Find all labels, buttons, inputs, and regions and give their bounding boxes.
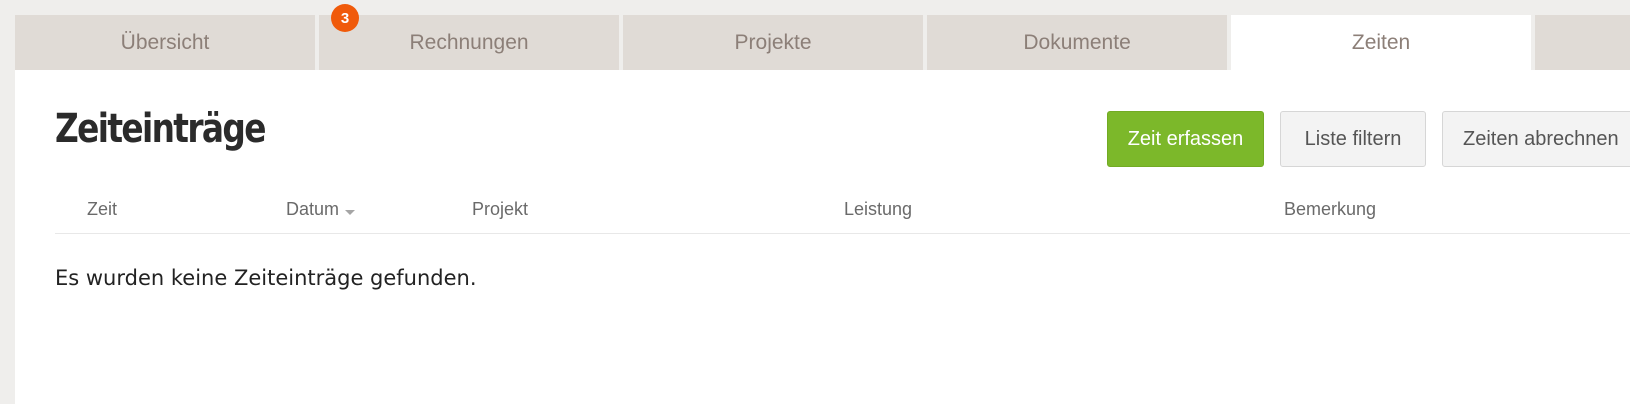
bill-times-button[interactable]: Zeiten abrechnen [1442, 111, 1630, 167]
tab-uebersicht[interactable]: Übersicht [15, 15, 316, 70]
notification-badge: 3 [331, 4, 360, 32]
tab-rechnungen[interactable]: 3 Rechnungen [319, 4, 620, 70]
column-header-projekt[interactable]: Projekt [472, 199, 528, 220]
sort-desc-icon [345, 209, 356, 215]
column-header-label: Datum [286, 199, 340, 219]
tab-label: Projekte [734, 30, 812, 54]
tab-label: Dokumente [1023, 30, 1131, 54]
column-header-bemerkung[interactable]: Bemerkung [1284, 199, 1376, 220]
table-header: Zeit Datum Projekt Leistung Bemerkung [55, 191, 1630, 234]
page-title: Zeiteinträge [55, 106, 266, 152]
tab-label: Übersicht [120, 30, 210, 54]
empty-state-message: Es wurden keine Zeiteinträge gefunden. [55, 266, 477, 290]
tab-dokumente[interactable]: Dokumente [927, 15, 1228, 70]
tab-zeiten[interactable]: Zeiten [1231, 15, 1532, 70]
tab-label: Rechnungen [409, 30, 529, 54]
tab-bar: Übersicht 3 Rechnungen Projekte Dokument… [15, 4, 1630, 70]
tab-more[interactable] [1535, 15, 1630, 70]
tab-projekte[interactable]: Projekte [623, 15, 924, 70]
content-panel: Zeiteinträge Zeit erfassen Liste filtern… [15, 70, 1630, 404]
filter-list-button[interactable]: Liste filtern [1280, 111, 1426, 167]
column-header-zeit[interactable]: Zeit [87, 199, 117, 220]
column-header-leistung[interactable]: Leistung [844, 199, 912, 220]
column-header-datum[interactable]: Datum [286, 199, 356, 220]
add-time-button[interactable]: Zeit erfassen [1107, 111, 1264, 167]
tab-label: Zeiten [1351, 30, 1411, 54]
